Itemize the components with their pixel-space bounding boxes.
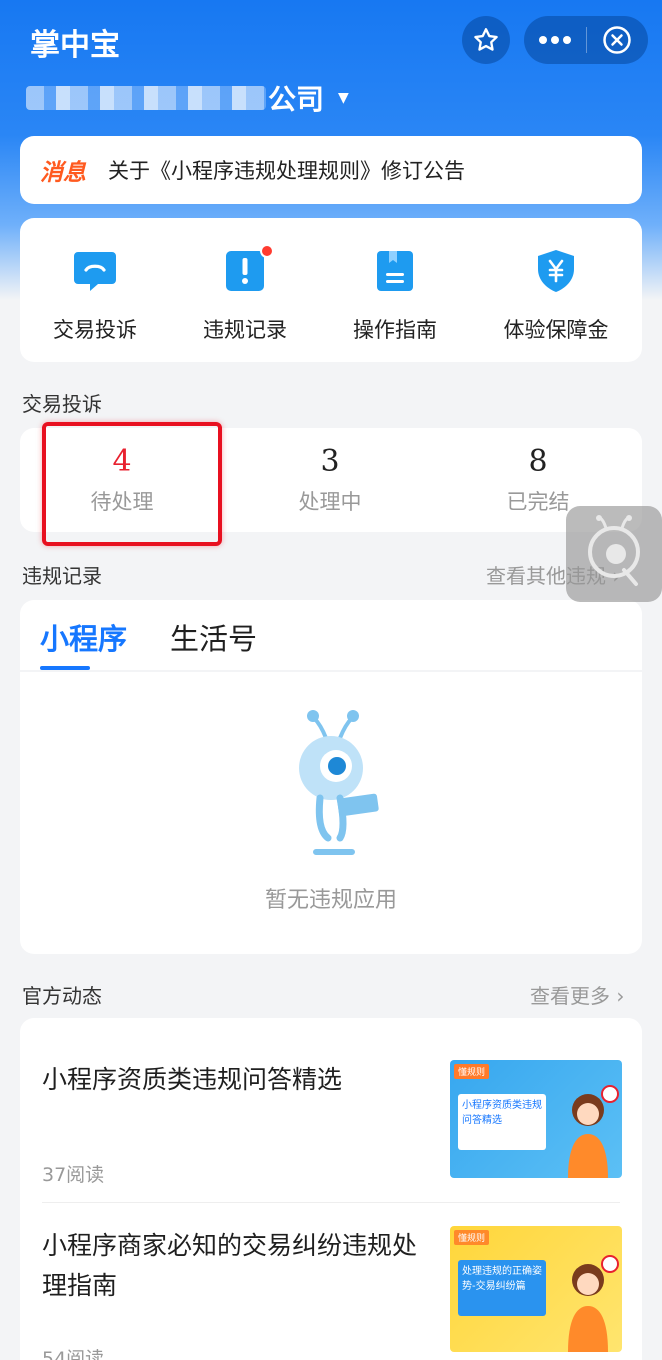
news-read-count: 54阅读: [42, 1348, 105, 1360]
tab-life-account[interactable]: 生活号: [170, 616, 257, 658]
news-divider: [42, 1202, 620, 1203]
app-title: 掌中宝: [30, 28, 120, 63]
guide-icon: [372, 248, 418, 294]
highlight-annotation: [42, 422, 222, 546]
active-tab-indicator: [40, 666, 90, 670]
teacher-illustration: [568, 1255, 619, 1352]
news-title: 小程序商家必知的交易纠纷违规处理指南: [42, 1231, 418, 1300]
chat-icon: [72, 248, 118, 294]
news-list: 小程序资质类违规问答精选 37阅读 懂规则 小程序资质类违规问答精选 小程序商家…: [20, 1018, 642, 1360]
quick-action-label: 交易投诉: [53, 318, 137, 342]
news-title: 小程序资质类违规问答精选: [42, 1065, 343, 1094]
news-thumbnail: 懂规则 处理违规的正确姿势-交易纠纷篇: [450, 1226, 622, 1352]
notice-tag: 消息: [40, 160, 86, 186]
news-section-title: 官方动态: [22, 984, 102, 1008]
floating-assistant-button[interactable]: [566, 506, 662, 602]
thumbnail-tag: 懂规则: [454, 1230, 490, 1245]
news-thumbnail: 懂规则 小程序资质类违规问答精选: [450, 1060, 622, 1178]
company-selector[interactable]: 公司 ▼: [26, 78, 349, 118]
thumbnail-caption: 小程序资质类违规问答精选: [458, 1094, 546, 1150]
close-circle-icon: [603, 26, 631, 54]
stat-processing[interactable]: 3 处理中: [230, 428, 430, 532]
empty-state-text: 暂无违规应用: [264, 888, 397, 913]
violations-tabs: 小程序 生活号: [20, 600, 642, 670]
quick-action-label: 操作指南: [353, 318, 437, 342]
mini-program-capsule: [524, 16, 648, 64]
thumbnail-tag: 懂规则: [454, 1064, 490, 1079]
stat-label: 处理中: [298, 490, 362, 514]
notification-dot: [260, 244, 274, 258]
view-more-link[interactable]: 查看更多 ›: [530, 980, 624, 1009]
close-button[interactable]: [586, 16, 648, 64]
quick-action-label: 体验保障金: [503, 318, 609, 342]
news-item[interactable]: 小程序资质类违规问答精选 37阅读 懂规则 小程序资质类违规问答精选: [20, 1018, 642, 1204]
news-read-count: 37阅读: [42, 1164, 105, 1186]
star-icon: [474, 28, 498, 51]
quick-actions: 交易投诉 违规记录 操作指南 体验保障金: [20, 218, 642, 362]
ant-mascot-icon: [588, 515, 640, 586]
shield-yen-icon: [533, 248, 579, 294]
quick-action-guide[interactable]: 操作指南: [320, 218, 470, 362]
more-button[interactable]: [524, 16, 586, 64]
quick-action-deposit[interactable]: 体验保障金: [470, 218, 642, 362]
teacher-illustration: [568, 1085, 619, 1178]
alert-icon: [222, 244, 274, 294]
stat-value: 8: [528, 444, 548, 479]
thumbnail-caption: 处理违规的正确姿势-交易纠纷篇: [458, 1260, 546, 1316]
quick-action-violations[interactable]: 违规记录: [170, 218, 320, 362]
tab-mini-program[interactable]: 小程序: [40, 616, 127, 658]
company-name: 公司: [268, 83, 325, 116]
ant-mascot-illustration: [299, 710, 379, 855]
view-more-label: 查看更多: [530, 984, 610, 1008]
company-name-redacted: [26, 86, 266, 110]
notice-bar[interactable]: 消息 关于《小程序违规处理规则》修订公告: [20, 136, 642, 204]
news-item[interactable]: 小程序商家必知的交易纠纷违规处理指南 54阅读 懂规则 处理违规的正确姿势-交易…: [20, 1204, 642, 1360]
violations-empty-state: 暂无违规应用: [20, 672, 642, 954]
complaints-section-title: 交易投诉: [22, 392, 102, 416]
more-dots-icon: [538, 36, 571, 44]
chevron-right-icon: ›: [616, 984, 625, 1008]
caret-down-icon: ▼: [338, 90, 349, 106]
favorite-button[interactable]: [462, 16, 510, 64]
quick-action-label: 违规记录: [203, 318, 287, 342]
violations-section-title: 违规记录: [22, 564, 102, 588]
stat-value: 3: [320, 444, 340, 479]
quick-action-complaints[interactable]: 交易投诉: [20, 218, 170, 362]
notice-text: 关于《小程序违规处理规则》修订公告: [108, 159, 465, 183]
